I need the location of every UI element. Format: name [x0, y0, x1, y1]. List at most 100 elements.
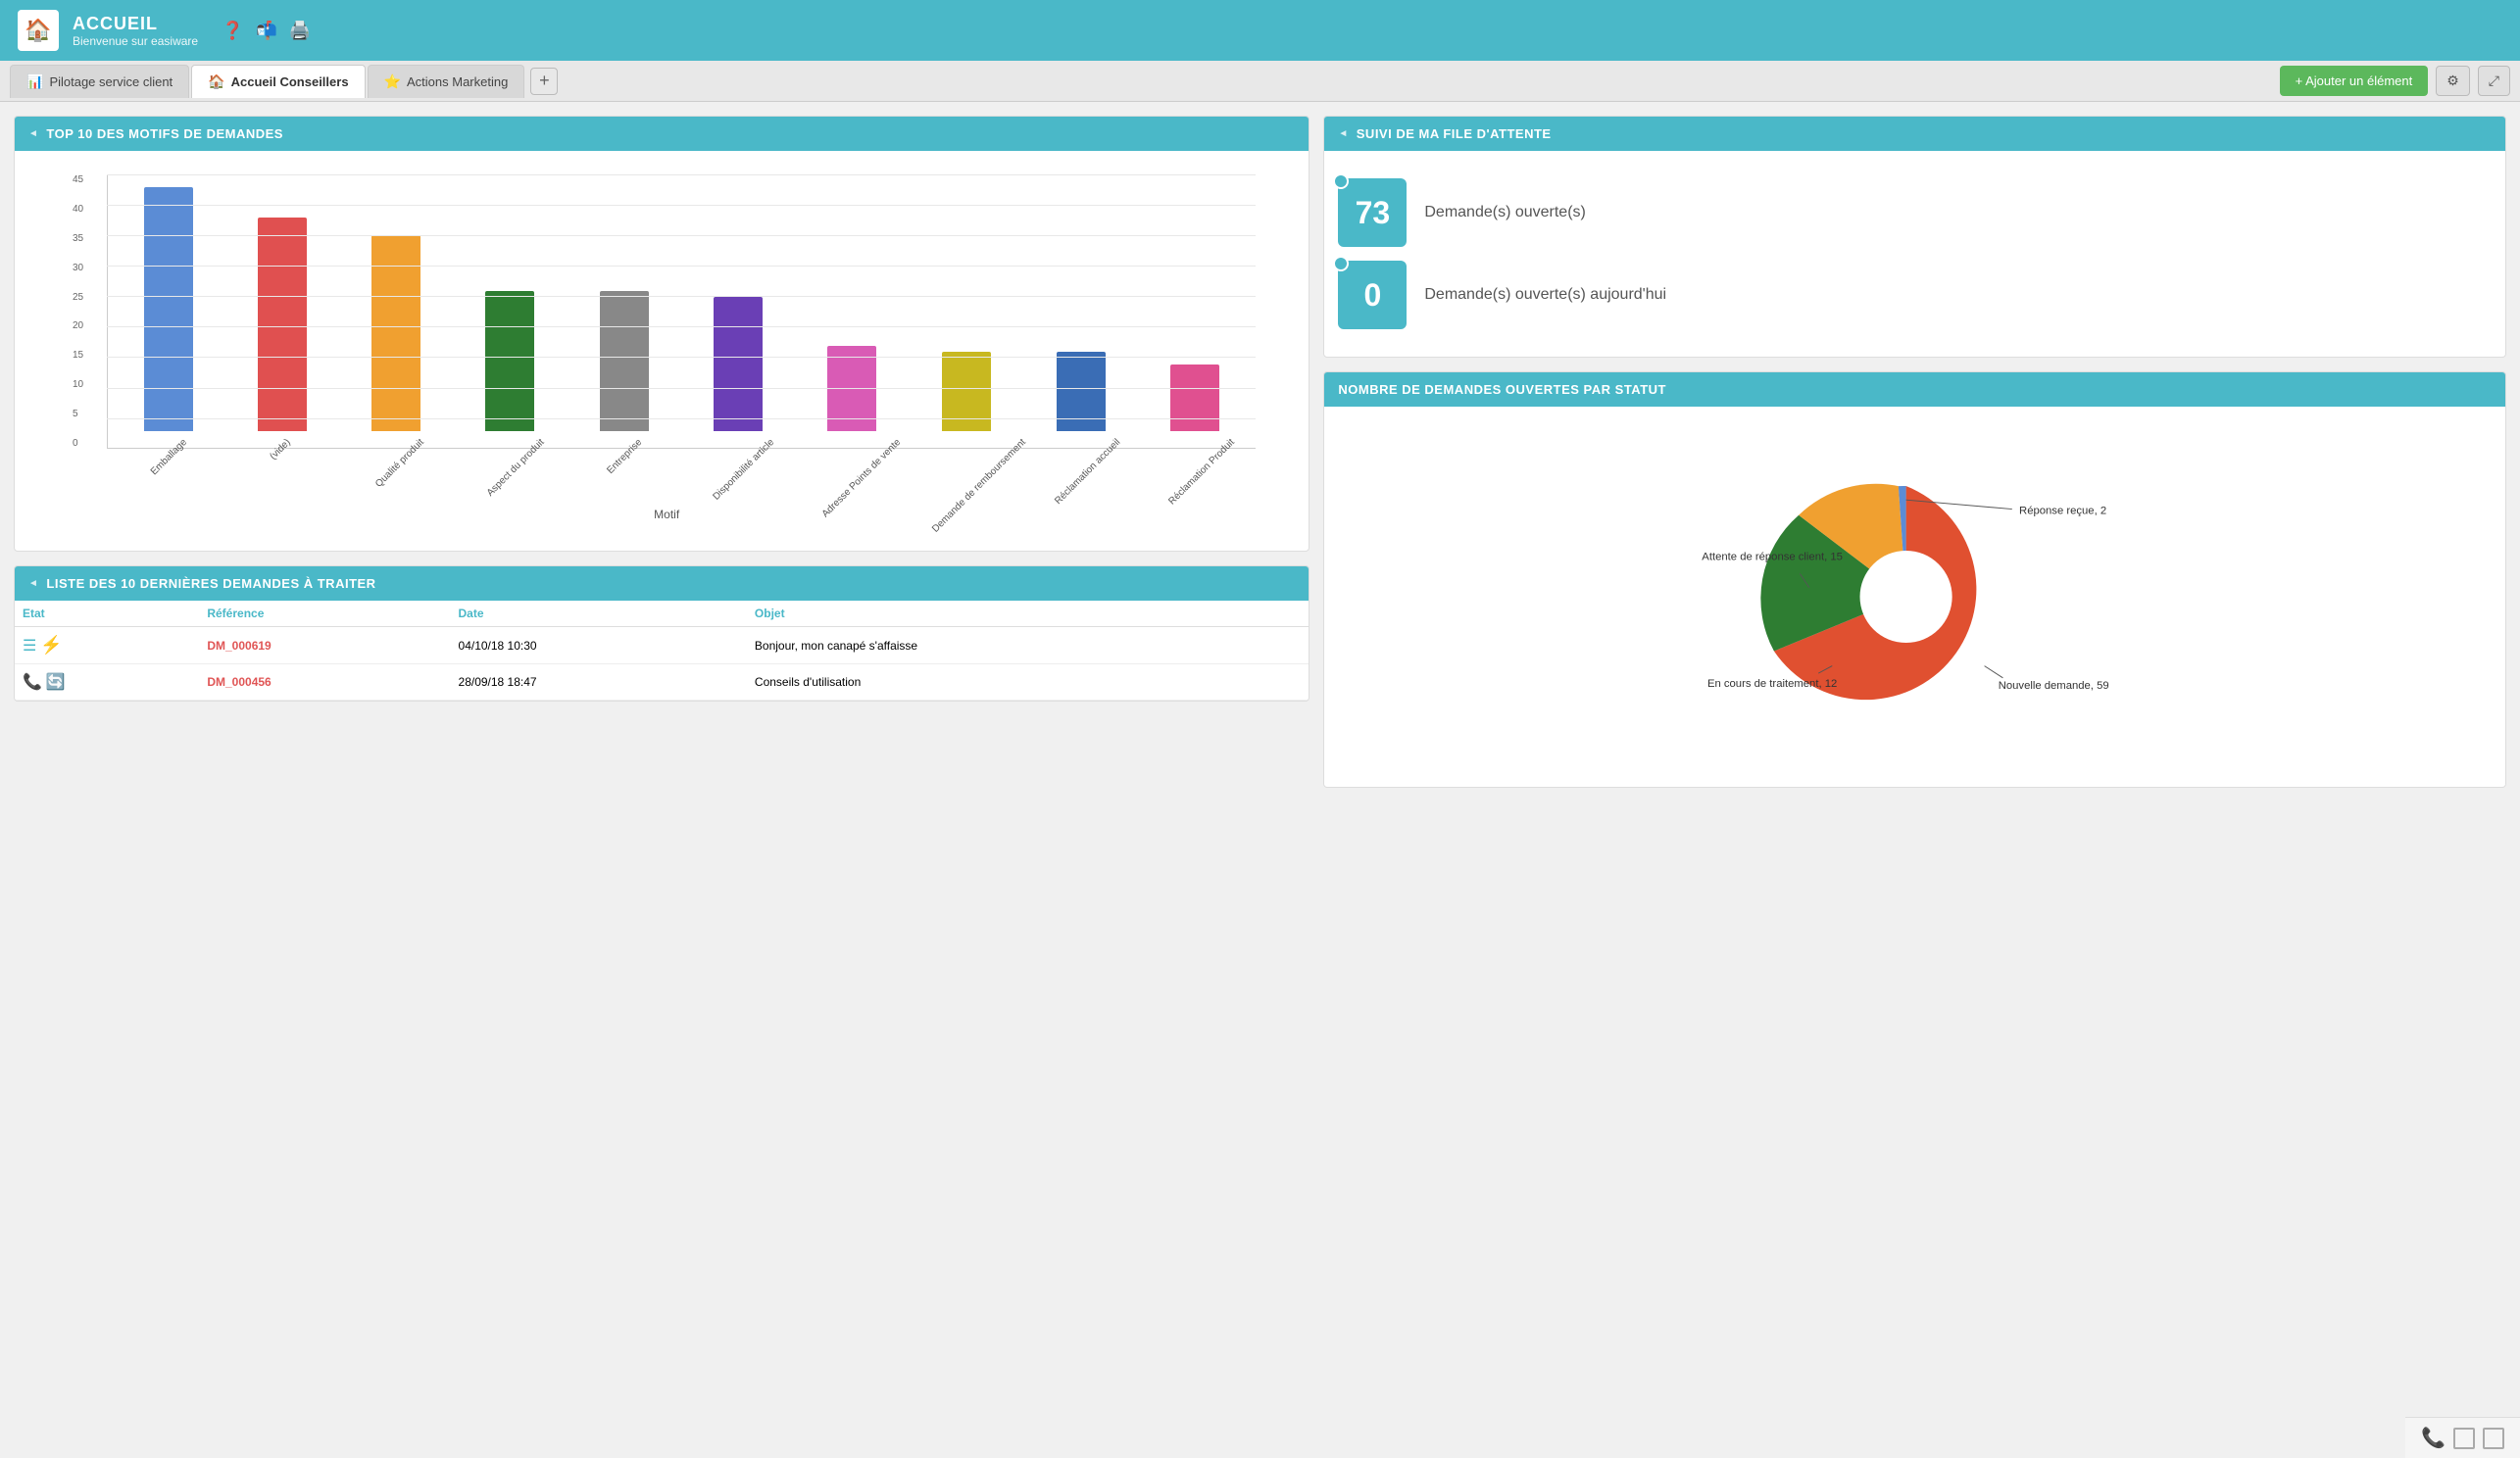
phone-icon[interactable]: 📞 [2421, 1426, 2446, 1450]
add-element-button[interactable]: + Ajouter un élément [2280, 66, 2429, 96]
y-label-40: 40 [73, 204, 83, 215]
tabbar-right: + Ajouter un élément ⚙ ⤢ [2280, 66, 2510, 96]
label-reponse-recue: Réponse reçue, 2 [2019, 505, 2106, 516]
ref-link-1[interactable]: DM_000619 [207, 639, 271, 653]
top10-title: TOP 10 DES MOTIFS DE DEMANDES [46, 126, 283, 141]
liste-table: Etat Référence Date Objet ☰ ⚡ [15, 601, 1309, 701]
y-label-20: 20 [73, 320, 83, 331]
tab-accueil-icon: 🏠 [208, 73, 224, 90]
state-phone-icon: 📞 [23, 672, 42, 692]
tab-pilotage[interactable]: 📊 Pilotage service client [10, 65, 189, 98]
square-icon-2[interactable] [2483, 1428, 2504, 1449]
suivi-open-row: 73 Demande(s) ouverte(s) [1338, 178, 2492, 247]
suivi-title: SUIVI DE MA FILE D'ATTENTE [1357, 126, 1552, 141]
state-list-icon: ☰ [23, 636, 36, 656]
pie-center [1859, 551, 1952, 643]
bar-entreprise: Entreprise [571, 291, 677, 448]
suivi-collapse-icon[interactable]: ◄ [1338, 128, 1348, 139]
tab-pilotage-label: Pilotage service client [49, 74, 173, 89]
bar-disponibilite: Disponibilité article [685, 297, 791, 448]
label-nouvelle: Nouvelle demande, 59 [1998, 680, 2108, 692]
tab-accueil[interactable]: 🏠 Accueil Conseillers [191, 65, 365, 98]
col-etat: Etat [15, 601, 199, 627]
y-label-35: 35 [73, 233, 83, 244]
square-icon-1[interactable] [2453, 1428, 2475, 1449]
label-line-nouvelle [1984, 666, 2002, 678]
top10-collapse-icon[interactable]: ◄ [28, 128, 38, 139]
statut-header: NOMBRE DE DEMANDES OUVERTES PAR STATUT [1324, 372, 2505, 407]
statut-title: NOMBRE DE DEMANDES OUVERTES PAR STATUT [1338, 382, 1666, 397]
settings-button[interactable]: ⚙ [2436, 66, 2470, 96]
app-title: ACCUEIL [73, 14, 198, 34]
bar-chart-bars: Emballage (vide) Qualité produit [107, 174, 1256, 449]
bar-chart-container: 0 5 10 15 20 25 30 35 40 45 [28, 165, 1295, 537]
app-header: 🏠 ACCUEIL Bienvenue sur easiware ❓ 📬 🖨️ [0, 0, 2520, 61]
suivi-panel: ◄ SUIVI DE MA FILE D'ATTENTE 73 Demande(… [1323, 116, 2506, 358]
tab-bar: 📊 Pilotage service client 🏠 Accueil Cons… [0, 61, 2520, 102]
suivi-header: ◄ SUIVI DE MA FILE D'ATTENTE [1324, 117, 2505, 151]
tab-add-button[interactable]: + [530, 68, 558, 95]
suivi-today-count: 0 [1363, 277, 1381, 314]
tab-marketing-icon: ⭐ [384, 73, 401, 90]
header-icons: ❓ 📬 🖨️ [222, 21, 311, 41]
left-column: ◄ TOP 10 DES MOTIFS DE DEMANDES 0 5 10 1… [14, 116, 1309, 788]
top10-header: ◄ TOP 10 DES MOTIFS DE DEMANDES [15, 117, 1309, 151]
home-icon[interactable]: 🏠 [18, 10, 59, 51]
ref-link-2[interactable]: DM_000456 [207, 675, 271, 689]
bar-emballage: Emballage [116, 187, 222, 448]
y-label-0: 0 [73, 438, 83, 449]
col-objet: Objet [747, 601, 1309, 627]
table-row: 📞 🔄 DM_000456 28/09/18 18:47 Conseils d'… [15, 664, 1309, 701]
bar-remboursement: Demande de remboursement [913, 352, 1020, 448]
statut-body: Réponse reçue, 2 Attente de réponse clie… [1324, 407, 2505, 787]
y-label-15: 15 [73, 350, 83, 361]
bar-aspect: Aspect du produit [457, 291, 563, 448]
date-2: 28/09/18 18:47 [451, 664, 747, 701]
objet-1: Bonjour, mon canapé s'affaisse [747, 627, 1309, 664]
liste-collapse-icon[interactable]: ◄ [28, 578, 38, 589]
y-label-25: 25 [73, 292, 83, 303]
top10-body: 0 5 10 15 20 25 30 35 40 45 [15, 151, 1309, 551]
liste-header: ◄ LISTE DES 10 DERNIÈRES DEMANDES À TRAI… [15, 566, 1309, 601]
main-content: ◄ TOP 10 DES MOTIFS DE DEMANDES 0 5 10 1… [0, 102, 2520, 802]
fullscreen-button[interactable]: ⤢ [2478, 66, 2510, 96]
y-label-30: 30 [73, 263, 83, 273]
liste-body: Etat Référence Date Objet ☰ ⚡ [15, 601, 1309, 701]
state-lightning-icon: ⚡ [40, 635, 62, 656]
label-attente: Attente de réponse client, 15 [1702, 551, 1843, 562]
liste-panel: ◄ LISTE DES 10 DERNIÈRES DEMANDES À TRAI… [14, 565, 1309, 702]
date-1: 04/10/18 10:30 [451, 627, 747, 664]
y-label-10: 10 [73, 379, 83, 390]
pie-chart-svg: Réponse reçue, 2 Attente de réponse clie… [1709, 440, 2121, 753]
state-refresh-icon: 🔄 [46, 672, 66, 692]
help-icon[interactable]: ❓ [222, 21, 243, 41]
pie-chart-container: Réponse reçue, 2 Attente de réponse clie… [1338, 420, 2492, 773]
bar-qualite: Qualité produit [343, 235, 449, 448]
app-subtitle: Bienvenue sur easiware [73, 34, 198, 48]
table-row: ☰ ⚡ DM_000619 04/10/18 10:30 Bonjour, mo… [15, 627, 1309, 664]
suivi-body: 73 Demande(s) ouverte(s) 0 Demande(s) ou… [1324, 151, 2505, 357]
header-title-block: ACCUEIL Bienvenue sur easiware [73, 14, 198, 48]
print-icon[interactable]: 🖨️ [289, 21, 311, 41]
bottom-bar: 📞 [2405, 1417, 2520, 1458]
suivi-open-label: Demande(s) ouverte(s) [1424, 204, 1586, 221]
x-axis-label: Motif [77, 508, 1256, 521]
y-label-5: 5 [73, 409, 83, 419]
bar-reclamation-produit: Réclamation Produit [1142, 364, 1248, 448]
label-encours: En cours de traitement, 12 [1707, 678, 1837, 690]
liste-title: LISTE DES 10 DERNIÈRES DEMANDES À TRAITE… [46, 576, 375, 591]
tab-marketing-label: Actions Marketing [407, 74, 508, 89]
right-column: ◄ SUIVI DE MA FILE D'ATTENTE 73 Demande(… [1323, 116, 2506, 788]
bar-reclamation-accueil: Réclamation accueil [1028, 352, 1134, 448]
suivi-today-label: Demande(s) ouverte(s) aujourd'hui [1424, 286, 1666, 304]
bar-adresse: Adresse Points de vente [799, 346, 905, 448]
tab-accueil-label: Accueil Conseillers [231, 74, 349, 89]
y-label-45: 45 [73, 174, 83, 185]
suivi-open-badge: 73 [1338, 178, 1407, 247]
notifications-icon[interactable]: 📬 [256, 21, 277, 41]
top10-panel: ◄ TOP 10 DES MOTIFS DE DEMANDES 0 5 10 1… [14, 116, 1309, 552]
suivi-today-badge: 0 [1338, 261, 1407, 329]
tab-marketing[interactable]: ⭐ Actions Marketing [368, 65, 525, 98]
suivi-open-count: 73 [1356, 195, 1391, 231]
col-date: Date [451, 601, 747, 627]
